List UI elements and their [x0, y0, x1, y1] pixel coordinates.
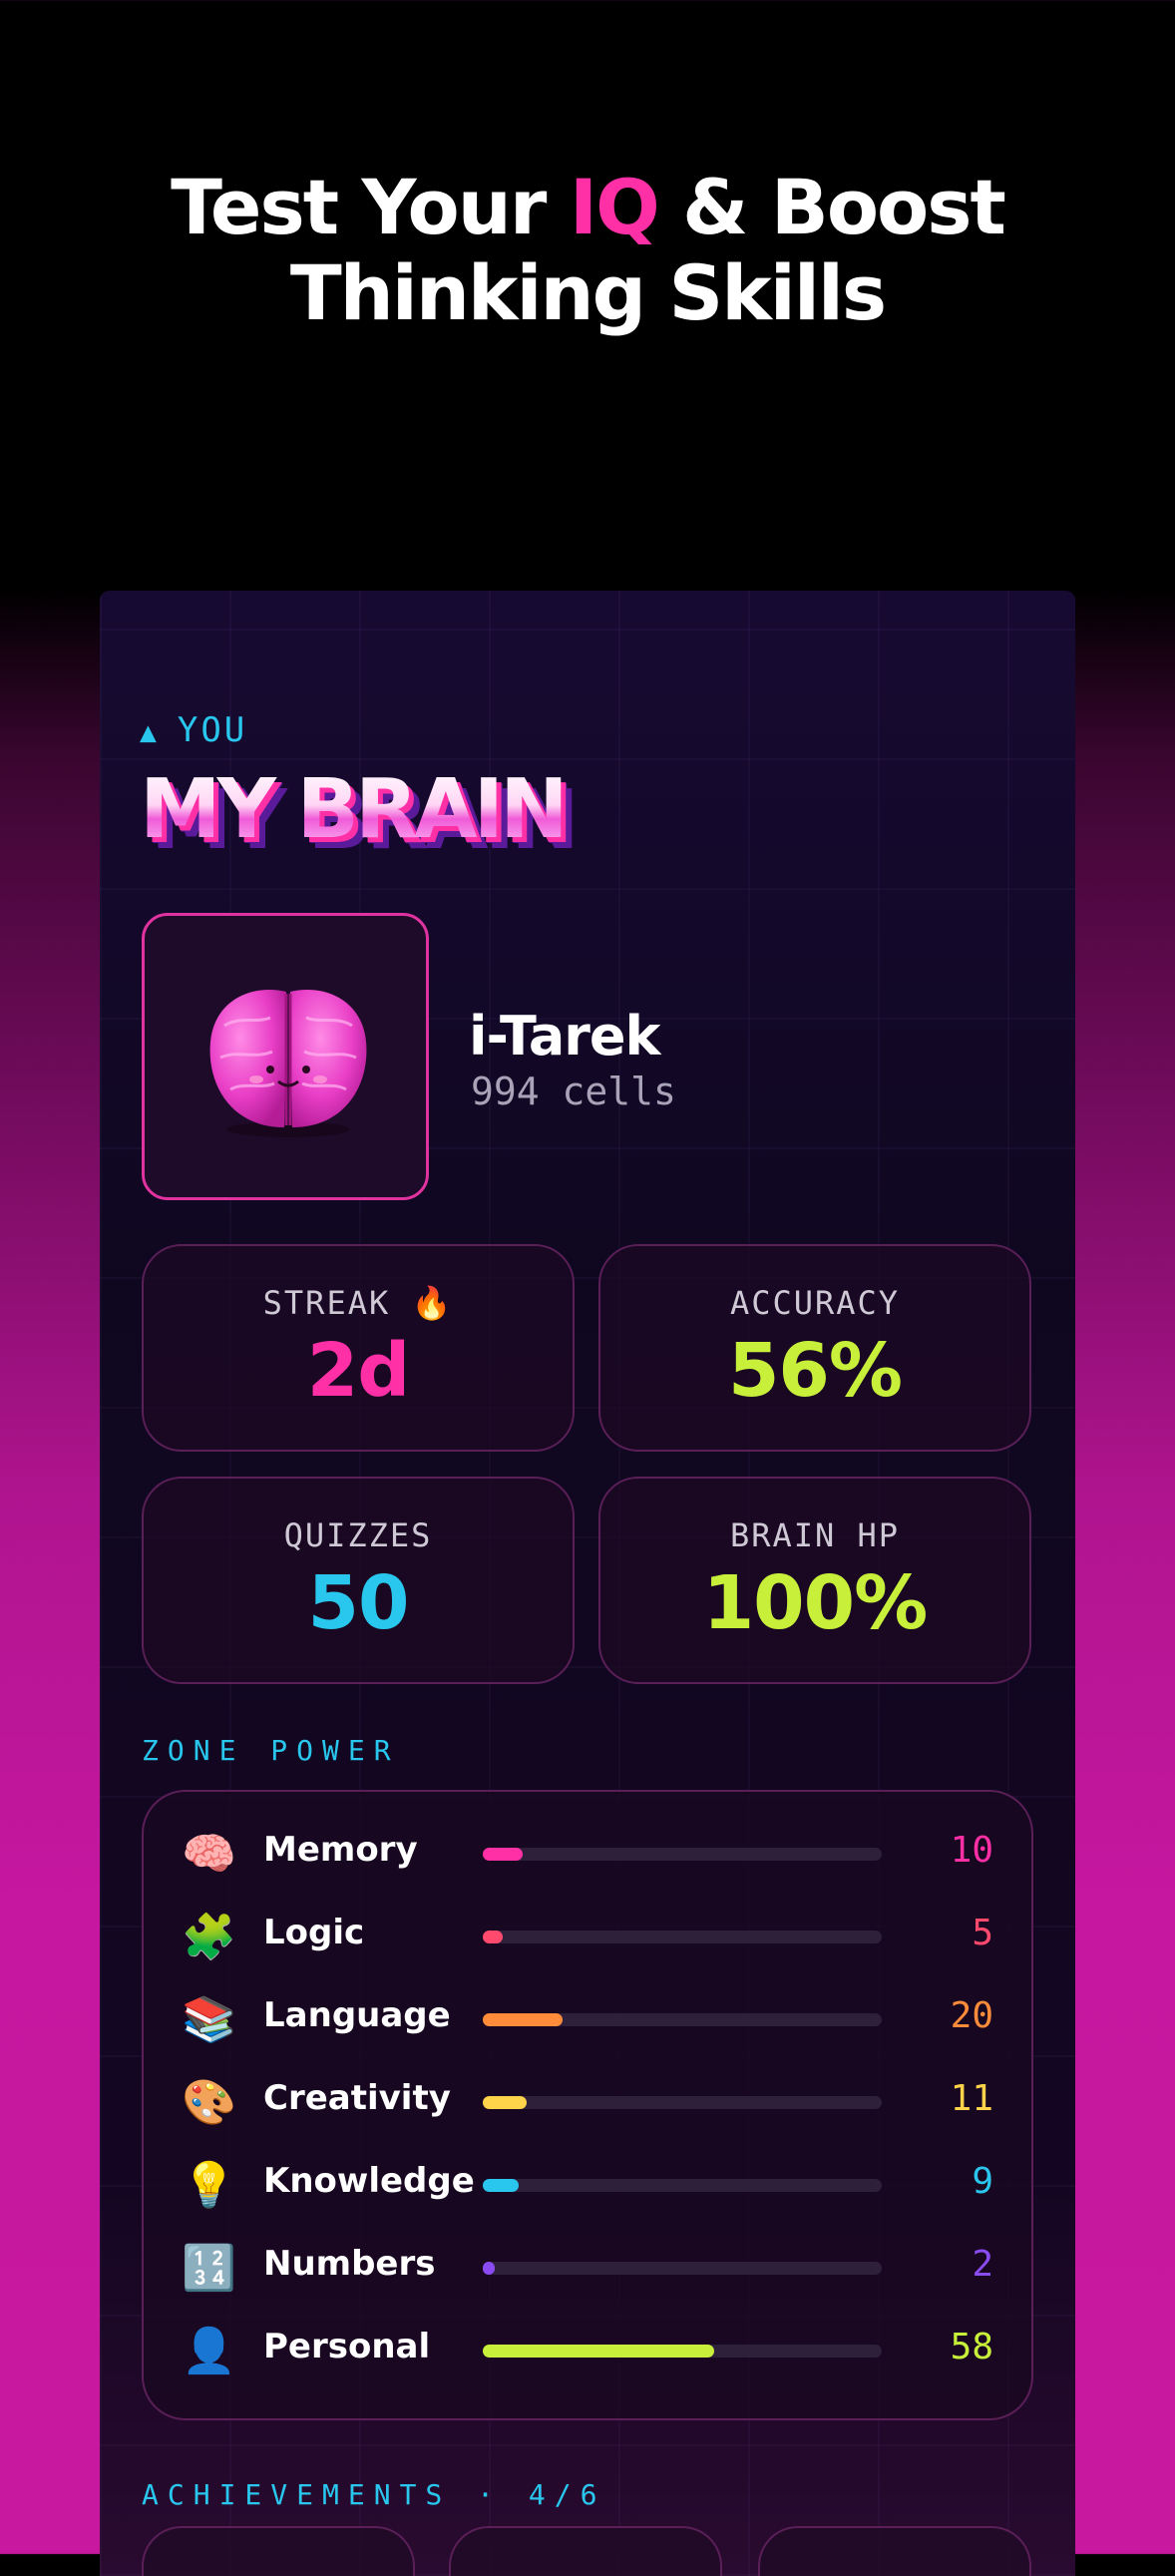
cells-count: 994 cells — [471, 1070, 676, 1113]
zone-value: 11 — [950, 2078, 993, 2119]
zone-value: 58 — [950, 2327, 993, 2367]
zone-row-creativity[interactable]: 🎨 Creativity 11 — [144, 2072, 1031, 2132]
zone-progress-track — [483, 2262, 882, 2275]
username: i-Tarek — [469, 1005, 660, 1068]
zone-progress-track — [483, 1931, 882, 1943]
page-title: MY BRAIN — [140, 762, 569, 857]
zone-value: 5 — [972, 1913, 993, 1953]
zone-progress-fill — [483, 2096, 527, 2109]
zone-progress-track — [483, 2345, 882, 2358]
zone-progress-track — [483, 1848, 882, 1861]
brain-icon — [209, 990, 367, 1137]
section-you-label: YOU — [177, 710, 248, 750]
zone-progress-track — [483, 2013, 882, 2026]
zone-row-numbers[interactable]: 🔢 Numbers 2 — [144, 2238, 1031, 2298]
zone-row-knowledge[interactable]: 💡 Knowledge 9 — [144, 2155, 1031, 2215]
puzzle-icon: 🧩 — [182, 1912, 236, 1962]
achievement-card[interactable] — [142, 2526, 415, 2576]
achievement-card[interactable] — [758, 2526, 1031, 2576]
headline-text: Test Your — [171, 163, 570, 251]
zone-progress-fill — [483, 2262, 495, 2275]
section-you: ▲ YOU — [140, 710, 247, 750]
triangle-up-icon: ▲ — [140, 715, 160, 748]
stat-value: 56% — [727, 1328, 903, 1414]
achievement-card[interactable] — [449, 2526, 722, 2576]
stat-value: 100% — [702, 1560, 929, 1646]
zone-name: Logic — [263, 1913, 365, 1952]
my-brain-card: ▲ YOU MY BRAIN i-Tarek 994 cells STREAK … — [100, 591, 1075, 2576]
zone-name: Knowledge — [263, 2161, 475, 2201]
stat-label: BRAIN HP — [729, 1516, 901, 1554]
stat-value: 2d — [306, 1328, 410, 1414]
stat-brain-hp: BRAIN HP 100% — [598, 1477, 1031, 1684]
zone-progress-track — [483, 2179, 882, 2192]
brain-icon: 🧠 — [182, 1829, 236, 1880]
numbers-icon: 🔢 — [182, 2243, 236, 2294]
avatar[interactable] — [142, 913, 429, 1200]
zone-progress-fill — [483, 2179, 519, 2192]
stat-streak: STREAK 🔥 2d — [142, 1244, 575, 1452]
zone-row-personal[interactable]: 👤 Personal 58 — [144, 2321, 1031, 2380]
stat-label: STREAK 🔥 — [262, 1284, 454, 1322]
stat-value: 50 — [307, 1560, 410, 1646]
zone-progress-track — [483, 2096, 882, 2109]
stat-label: QUIZZES — [283, 1516, 433, 1554]
zone-power-list: 🧠 Memory 10 🧩 Logic 5 📚 Language 20 🎨 Creativity 11… — [142, 1790, 1033, 2420]
zone-name: Personal — [263, 2327, 431, 2366]
books-icon: 📚 — [182, 1994, 236, 2045]
headline-line-2: Thinking Skills — [289, 248, 887, 337]
zone-name: Memory — [263, 1830, 418, 1870]
zone-value: 9 — [972, 2161, 993, 2202]
headline-line-1: Test Your IQ & Boost — [0, 165, 1175, 250]
achievements-header: ACHIEVEMENTS · 4/6 — [142, 2478, 605, 2511]
palette-icon: 🎨 — [182, 2077, 236, 2128]
zone-name: Creativity — [263, 2078, 451, 2118]
zone-row-memory[interactable]: 🧠 Memory 10 — [144, 1824, 1031, 1884]
zone-power-label: ZONE POWER — [142, 1734, 400, 1767]
lightbulb-icon: 💡 — [182, 2160, 236, 2211]
headline-text: & Boost — [657, 163, 1006, 251]
zone-progress-fill — [483, 2345, 714, 2358]
zone-progress-fill — [483, 2013, 563, 2026]
zone-name: Numbers — [263, 2244, 436, 2284]
promo-headline: Test Your IQ & Boost Thinking Skills — [0, 165, 1175, 336]
stat-label: ACCURACY — [729, 1284, 901, 1322]
headline-accent: IQ — [569, 163, 660, 251]
achievements-separator: · — [477, 2478, 504, 2511]
zone-value: 10 — [950, 1830, 993, 1871]
achievements-label: ACHIEVEMENTS — [142, 2478, 452, 2511]
stat-quizzes: QUIZZES 50 — [142, 1477, 575, 1684]
zone-row-logic[interactable]: 🧩 Logic 5 — [144, 1907, 1031, 1966]
zone-row-language[interactable]: 📚 Language 20 — [144, 1989, 1031, 2049]
zone-progress-fill — [483, 1848, 523, 1861]
zone-value: 20 — [950, 1995, 993, 2036]
zone-value: 2 — [972, 2244, 993, 2285]
person-icon: 👤 — [182, 2326, 236, 2376]
achievements-count: 4/6 — [528, 2478, 606, 2511]
zone-name: Language — [263, 1995, 451, 2035]
stat-accuracy: ACCURACY 56% — [598, 1244, 1031, 1452]
zone-progress-fill — [483, 1931, 503, 1943]
